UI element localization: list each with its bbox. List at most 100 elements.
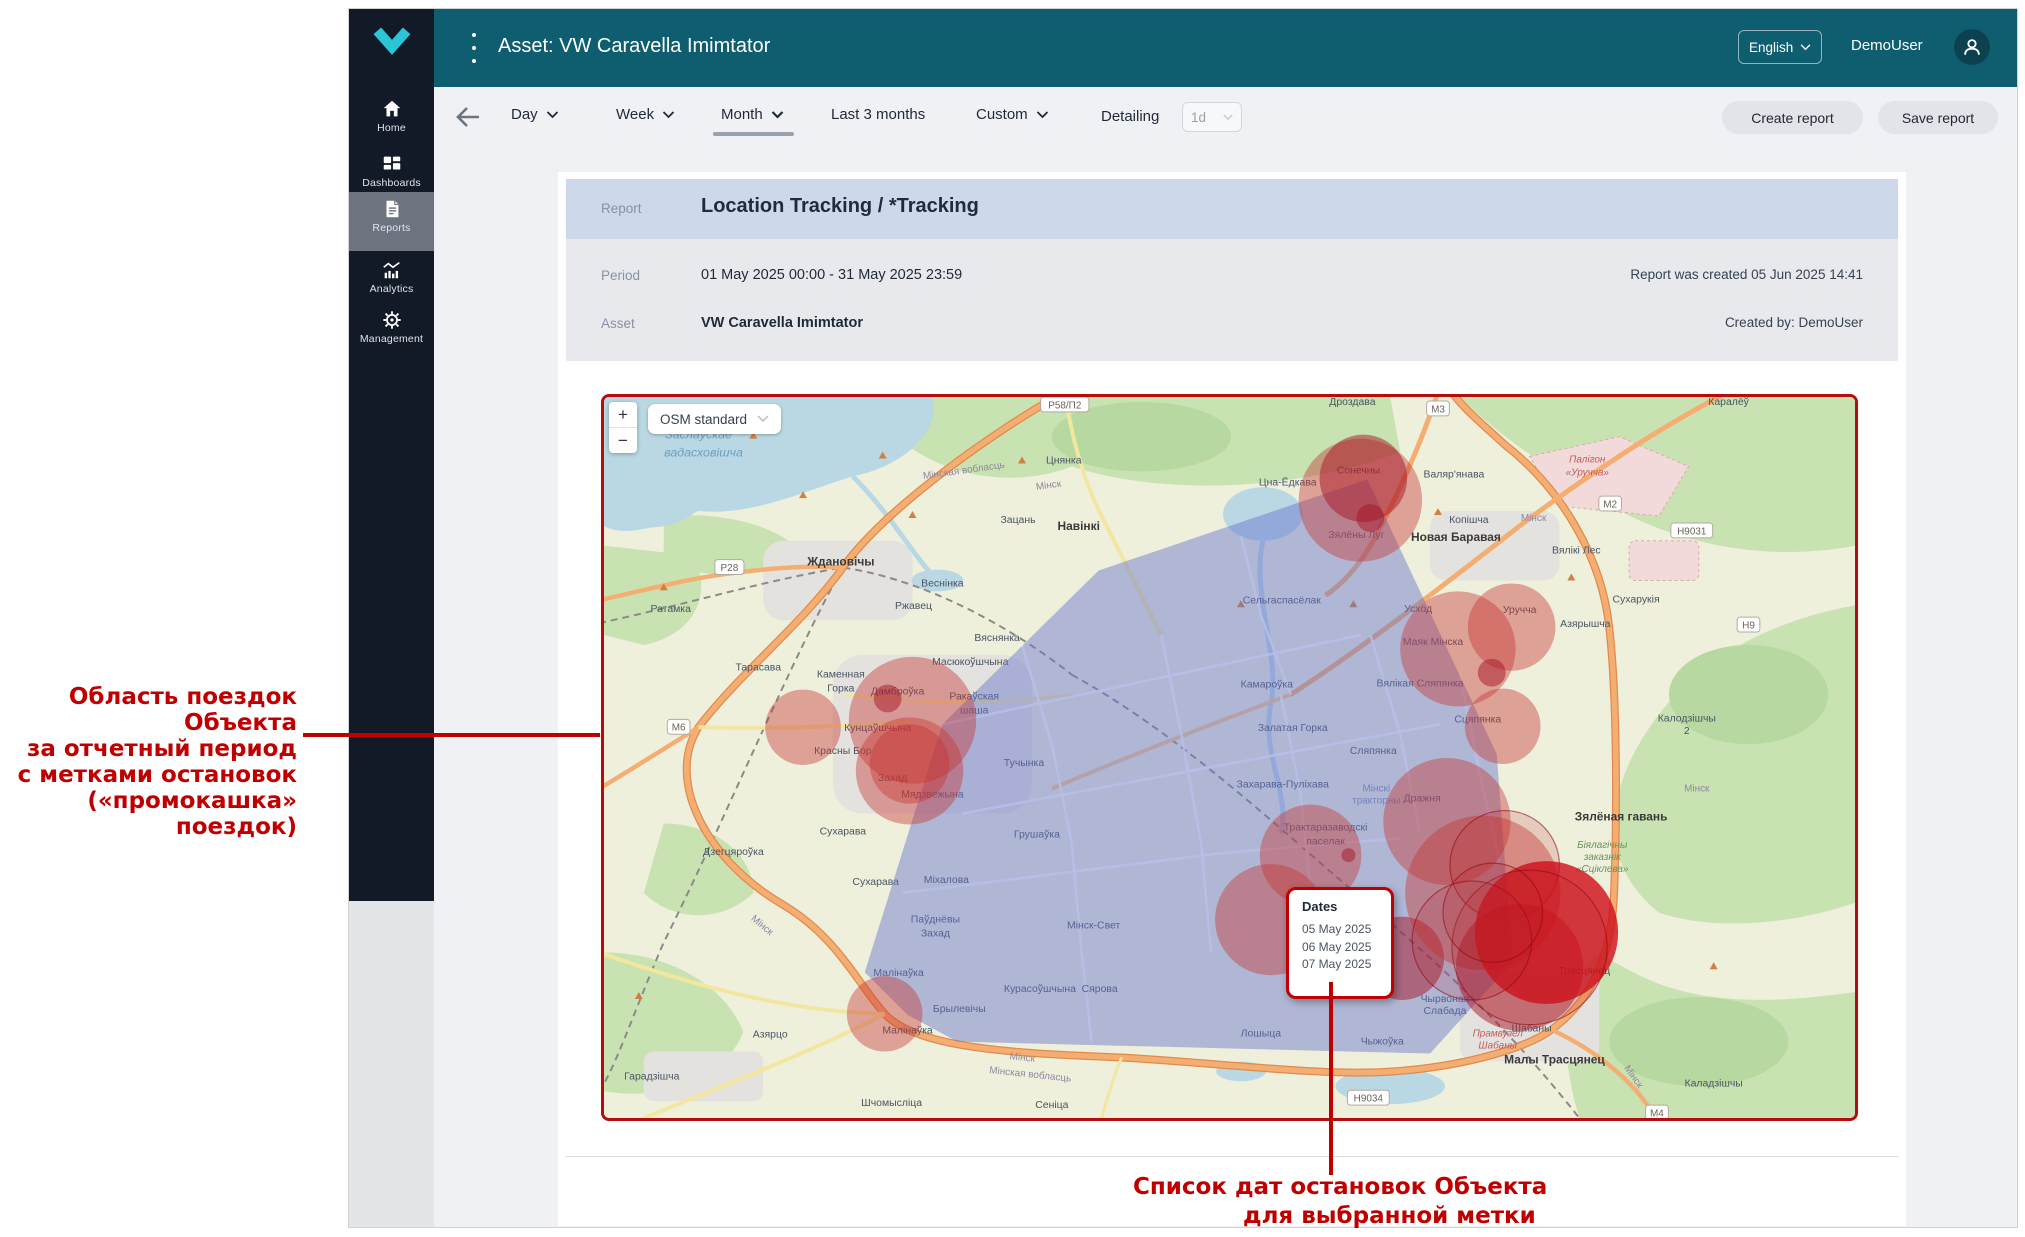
kebab-menu-icon[interactable] [472, 33, 478, 63]
sidebar-item-management[interactable]: Management [349, 303, 434, 355]
map-place-label: Мінск [1521, 513, 1547, 524]
map-place-label: Дроздава [1329, 397, 1375, 408]
svg-text:М2: М2 [1603, 500, 1617, 511]
sidebar-item-dashboards[interactable]: Dashboards [349, 147, 434, 195]
svg-text:P28: P28 [721, 563, 739, 574]
report-header-row: Report Location Tracking / *Tracking [566, 179, 1898, 239]
svg-text:H9034: H9034 [1354, 1094, 1384, 1105]
back-button[interactable] [454, 104, 482, 135]
map-layer-select[interactable]: OSM standard [648, 404, 781, 434]
stop-marker-circle[interactable] [870, 724, 950, 803]
map-place-label: Азярышча [1560, 619, 1611, 630]
map-place-label: Сухарукія [1612, 594, 1659, 605]
sidebar-item-label: Reports [349, 222, 434, 234]
tab-month[interactable]: Month [721, 106, 784, 123]
asset-value: VW Caravella Imimtator [701, 315, 863, 331]
chevron-down-icon [1036, 111, 1049, 119]
map-place-label: Каралёў [1708, 397, 1749, 408]
map-place-label: Навінкі [1058, 519, 1100, 533]
map-place-label: Новая Баравая [1411, 530, 1501, 544]
tab-label: Custom [976, 106, 1028, 123]
detailing-select[interactable]: 1d [1182, 102, 1242, 132]
home-icon [349, 98, 434, 120]
stop-marker-circle[interactable] [874, 685, 902, 713]
map-place-label: Дзегцяроўка [703, 846, 764, 858]
tab-week[interactable]: Week [616, 106, 675, 123]
map-place-label: Ратамка [650, 604, 691, 615]
svg-text:М4: М4 [1650, 1109, 1664, 1118]
stop-marker-circle[interactable] [847, 976, 923, 1051]
stop-marker-circle[interactable] [1341, 848, 1355, 862]
page: Home Dashboards Reports Analytics Management… [0, 0, 2025, 1237]
svg-text:H9: H9 [1742, 621, 1755, 632]
map-place-label: Зацань [1000, 515, 1035, 526]
dates-list: 05 May 202506 May 202507 May 2025 [1302, 921, 1391, 974]
stop-marker-circle[interactable] [1478, 659, 1506, 687]
zoom-out-button[interactable]: − [609, 428, 637, 453]
map-place-label: Вяснянка [974, 633, 1020, 644]
annotation-dates-list-line2: для выбранной метки [1243, 1203, 1536, 1229]
sidebar-item-label: Dashboards [349, 177, 434, 189]
chevron-down-icon [1800, 44, 1811, 51]
date-item: 06 May 2025 [1302, 939, 1391, 957]
report-name: Location Tracking / *Tracking [701, 195, 979, 218]
annotation-dates-list-line1: Список дат остановок Объекта [1133, 1174, 1547, 1200]
map-place-label: Цнянка [1046, 455, 1082, 466]
date-item: 05 May 2025 [1302, 921, 1391, 939]
zoom-in-button[interactable]: + [609, 402, 637, 428]
divider [566, 1156, 1898, 1157]
chevron-down-icon [757, 415, 769, 423]
sidebar-item-reports[interactable]: Reports [349, 192, 434, 251]
sidebar-item-home[interactable]: Home [349, 92, 434, 148]
sidebar-item-label: Management [349, 333, 434, 345]
tab-label: Week [616, 106, 654, 123]
tab-label: Last 3 months [831, 106, 925, 123]
annotation-horizontal-line [303, 733, 600, 737]
date-item: 07 May 2025 [1302, 956, 1391, 974]
detailing-value: 1d [1191, 110, 1206, 125]
map-place-label: Шабаны [1478, 1041, 1517, 1052]
toolbar: DayWeekMonthLast 3 monthsCustom Detailin… [434, 87, 2017, 149]
map-place-label: Горка [827, 684, 854, 695]
map-canvas: ЗаслаўскаевадасховішчаМінская вобласцьМі… [604, 397, 1855, 1118]
period-label: Period [601, 268, 640, 283]
chevron-down-icon [1223, 114, 1233, 121]
tab-day[interactable]: Day [511, 106, 559, 123]
save-report-button[interactable]: Save report [1878, 101, 1998, 134]
tab-last-3-months[interactable]: Last 3 months [831, 106, 925, 123]
topbar: Asset: VW Caravella Imimtator English De… [434, 9, 2017, 87]
chevron-down-icon [546, 111, 559, 119]
app-logo[interactable] [349, 9, 434, 71]
report-created-text: Report was created 05 Jun 2025 14:41 [1630, 267, 1863, 282]
asset-label: Asset [601, 316, 635, 331]
sidebar-item-analytics[interactable]: Analytics [349, 253, 434, 305]
stop-marker-circle[interactable] [1468, 583, 1556, 670]
map-place-label: Сухарава [820, 826, 867, 837]
stop-marker-circle[interactable] [765, 690, 841, 765]
person-icon [1961, 36, 1983, 58]
app-window: Home Dashboards Reports Analytics Management… [348, 8, 2018, 1228]
annotation-trip-area: Область поездок Объекта за отчетный пери… [5, 684, 297, 840]
user-avatar[interactable] [1954, 29, 1990, 65]
asset-row: Asset VW Caravella Imimtator Created by:… [566, 309, 1898, 339]
map-place-label: Каладзішчы [1685, 1078, 1743, 1089]
map[interactable]: ЗаслаўскаевадасховішчаМінская вобласцьМі… [601, 394, 1858, 1121]
stop-marker-circle[interactable] [1356, 504, 1384, 532]
map-place-label: Мінск [1684, 784, 1710, 795]
sidebar-item-label: Analytics [349, 283, 434, 295]
map-place-label: Каменная [817, 670, 865, 681]
map-place-label: вадасховішча [664, 446, 743, 460]
language-select[interactable]: English [1738, 30, 1822, 64]
map-place-label: Вялікі Лес [1552, 546, 1601, 557]
report-label: Report [601, 201, 642, 216]
stop-marker-circle[interactable] [1465, 689, 1541, 764]
stop-marker-circle[interactable] [1443, 863, 1543, 962]
svg-text:H9031: H9031 [1677, 526, 1707, 537]
create-report-button[interactable]: Create report [1722, 101, 1863, 134]
tab-label: Month [721, 106, 763, 123]
map-zoom-control: + − [609, 402, 637, 453]
main-content: Report Location Tracking / *Tracking Per… [434, 149, 2017, 1227]
map-place-label: Веснінка [921, 578, 964, 589]
reports-icon [349, 198, 434, 220]
tab-custom[interactable]: Custom [976, 106, 1049, 123]
